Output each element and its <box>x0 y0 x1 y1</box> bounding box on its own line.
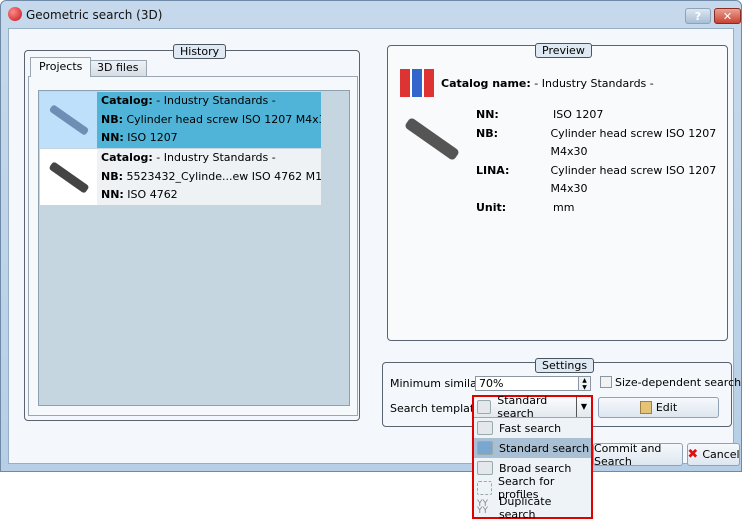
duplicate-icon: YY YY <box>477 499 488 516</box>
broad-search-icon <box>477 461 493 475</box>
preview-fields: NN: ISO 1207 NB: Cylinder head screw ISO 1… <box>476 106 750 217</box>
profiles-icon <box>477 481 492 495</box>
option-label: Standard search <box>499 441 590 455</box>
catalog-name-key: Catalog name: <box>441 77 531 90</box>
standard-search-icon <box>477 441 493 455</box>
min-similarity-input[interactable]: 70% <box>475 376 579 391</box>
search-template-combo-highlight: Standard search ▼ Fast search Standard s… <box>472 394 593 521</box>
similarity-spinner[interactable]: ▲ ▼ <box>578 376 591 391</box>
clipboard-icon <box>639 401 652 414</box>
history-label: History <box>173 44 227 59</box>
field-value: Cylinder head screw ISO 1207 M4x30 <box>550 163 717 196</box>
size-dependent-checkbox[interactable] <box>600 376 612 388</box>
nn-value: ISO 4762 <box>123 188 178 201</box>
chevron-down-icon[interactable]: ▼ <box>576 397 591 417</box>
window-title: Geometric search (3D) <box>26 8 163 22</box>
nb-key: NB: <box>101 112 123 126</box>
screw-thumbnail <box>40 92 97 148</box>
commit-and-search-button[interactable]: Commit and Search <box>593 442 683 468</box>
field-key: LINA: <box>476 163 510 177</box>
field-key: NB: <box>476 126 498 140</box>
option-label: Duplicate search <box>498 495 552 521</box>
cancel-button[interactable]: ✖ Cancel <box>687 443 740 466</box>
catalog-value: - Industry Standards - <box>152 151 276 164</box>
option-fast-search[interactable]: Fast search <box>474 418 591 438</box>
search-template-combo[interactable]: Standard search ▼ <box>474 394 591 420</box>
field-value: mm <box>553 200 575 214</box>
help-button[interactable]: ? <box>685 8 711 24</box>
nb-value: 5523432_Cylinde...ew ISO 4762 M16x120 <box>126 169 321 183</box>
option-label: Fast search <box>499 421 562 435</box>
app-icon <box>8 7 22 21</box>
nn-key: NN: <box>101 188 124 201</box>
field-value: ISO 1207 <box>553 108 604 121</box>
option-standard-search[interactable]: Standard search <box>474 438 591 458</box>
option-label: Broad search <box>499 461 572 475</box>
list-item[interactable]: Catalog: - Industry Standards - NB: Cyli… <box>40 92 321 148</box>
fast-search-icon <box>477 421 493 435</box>
search-template-value: Standard search <box>497 394 548 420</box>
catalog-key: Catalog: <box>101 94 153 107</box>
search-template-options: Fast search Standard search Broad search… <box>474 418 591 521</box>
field-value: Cylinder head screw ISO 1207 M4x30 <box>550 126 717 159</box>
history-list[interactable]: Catalog: - Industry Standards - NB: Cyli… <box>38 90 350 406</box>
catalog-name-value: - Industry Standards - <box>534 77 654 90</box>
option-duplicate-search[interactable]: YY YY Duplicate search <box>474 495 591 521</box>
settings-label: Settings <box>535 358 595 373</box>
edit-button[interactable]: Edit <box>598 397 719 418</box>
cancel-label: Cancel <box>702 448 740 461</box>
list-item[interactable]: Catalog: - Industry Standards - NB: 5523… <box>40 149 321 205</box>
size-dependent-label: Size-dependent search <box>615 376 742 389</box>
edit-label: Edit <box>655 401 678 414</box>
nb-value: Cylinder head screw ISO 1207 M4x30 <box>123 112 321 126</box>
nn-key: NN: <box>101 131 124 144</box>
cancel-x-icon: ✖ <box>687 447 699 462</box>
screw-thumbnail <box>40 149 97 205</box>
standard-search-icon <box>477 400 492 414</box>
field-key: NN: <box>476 108 499 121</box>
search-template-label: Search template: <box>390 402 485 415</box>
language-flags-icon <box>400 69 434 97</box>
nn-value: ISO 1207 <box>123 131 178 144</box>
field-key: Unit: <box>476 200 507 214</box>
tab-projects[interactable]: Projects <box>30 57 92 77</box>
tab-3d-files[interactable]: 3D files <box>88 60 148 76</box>
catalog-key: Catalog: <box>101 151 153 164</box>
catalog-value: - Industry Standards - <box>152 94 276 107</box>
nb-key: NB: <box>101 169 123 183</box>
preview-label: Preview <box>535 43 592 58</box>
close-button[interactable]: ✕ <box>714 8 741 24</box>
